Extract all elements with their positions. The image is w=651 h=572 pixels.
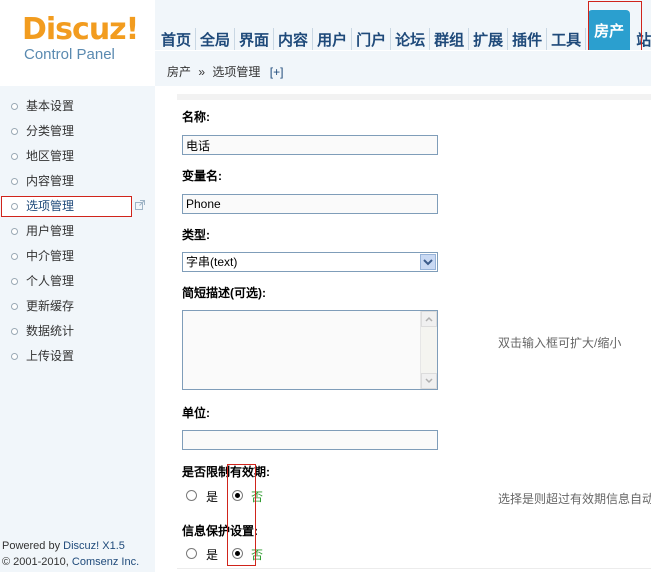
unit-label: 单位:: [182, 406, 210, 420]
sidebar-item-area-management[interactable]: 地区管理: [0, 144, 155, 169]
bullet-icon: [11, 278, 18, 285]
scroll-up-icon[interactable]: [421, 311, 437, 327]
breadcrumb-current: 选项管理: [212, 65, 261, 79]
protect-yes-label[interactable]: 是: [206, 546, 218, 563]
unit-input[interactable]: [182, 430, 438, 450]
sidebar-item-content-management[interactable]: 内容管理: [0, 169, 155, 194]
bullet-icon: [11, 103, 18, 110]
sidebar-item-option-management[interactable]: 选项管理: [0, 194, 155, 219]
header: Discuz! Control Panel 首页 全局 界面 内容 用户 门户 论坛 群组 扩展…: [0, 0, 651, 88]
type-select[interactable]: 字串(text): [182, 252, 438, 272]
bullet-icon: [11, 353, 18, 360]
description-hint: 双击输入框可扩大/缩小: [498, 336, 622, 350]
sidebar-item-upload-settings[interactable]: 上传设置: [0, 344, 155, 369]
type-label: 类型:: [182, 228, 210, 242]
name-label: 名称:: [182, 110, 210, 124]
sidebar-item-personal-management[interactable]: 个人管理: [0, 269, 155, 294]
active-tab-highlight-box: [588, 1, 642, 57]
bullet-icon: [11, 203, 18, 210]
footer-copyright-text: © 2001-2010,: [2, 556, 72, 568]
bullet-icon: [11, 153, 18, 160]
logo-subtitle: Control Panel: [24, 46, 115, 63]
bullet-icon: [11, 303, 18, 310]
footer-company-link[interactable]: Comsenz Inc.: [72, 556, 139, 568]
sidebar-item-user-management[interactable]: 用户管理: [0, 219, 155, 244]
sidebar-item-agency-management[interactable]: 中介管理: [0, 244, 155, 269]
sidebar-menu: 基本设置 分类管理 地区管理 内容管理 选项管理 用户管理 中介管理 个人管理 …: [0, 94, 155, 369]
variable-name-input[interactable]: [182, 194, 438, 214]
bullet-icon: [11, 178, 18, 185]
scroll-down-icon[interactable]: [421, 373, 437, 389]
description-label: 简短描述(可选):: [182, 286, 266, 300]
breadcrumb-bar: 房产 » 选项管理 [+]: [155, 50, 651, 88]
expire-yes-radio[interactable]: [186, 490, 197, 501]
bottom-divider: [177, 568, 651, 569]
textarea-scrollbar[interactable]: [420, 311, 437, 389]
bullet-icon: [11, 228, 18, 235]
footer-product-link[interactable]: Discuz! X1.5: [63, 540, 125, 552]
footer: Powered by Discuz! X1.5 © 2001-2010, Com…: [2, 538, 139, 570]
expire-label: 是否限制有效期:: [182, 465, 270, 479]
footer-powered-text: Powered by: [2, 540, 64, 552]
breadcrumb-add-button[interactable]: [+]: [270, 65, 284, 79]
sidebar-item-category-management[interactable]: 分类管理: [0, 119, 155, 144]
top-navigation: 首页 全局 界面 内容 用户 门户 论坛 群组 扩展 插件 工具房产站: [155, 0, 651, 54]
breadcrumb-separator: »: [198, 65, 206, 79]
bullet-icon: [11, 328, 18, 335]
breadcrumb-parent[interactable]: 房产: [167, 65, 191, 79]
bullet-icon: [11, 253, 18, 260]
type-select-value: 字串(text): [186, 255, 238, 269]
sidebar-item-update-cache[interactable]: 更新缓存: [0, 294, 155, 319]
name-input[interactable]: [182, 135, 438, 155]
form-top-strip: [177, 94, 651, 100]
open-in-new-window-icon[interactable]: [135, 200, 145, 210]
description-textarea[interactable]: [182, 310, 438, 390]
logo-brand: Discuz!: [22, 12, 139, 47]
logo[interactable]: Discuz! Control Panel: [0, 0, 155, 86]
sidebar-item-basic-settings[interactable]: 基本设置: [0, 94, 155, 119]
radio-column-highlight-box: [227, 464, 256, 566]
protect-yes-radio[interactable]: [186, 548, 197, 559]
variable-name-label: 变量名:: [182, 169, 222, 183]
bullet-icon: [11, 128, 18, 135]
expire-hint: 选择是则超过有效期信息自动: [498, 492, 651, 506]
main-content: 名称: 变量名: 类型: 字串(text) 简短描述(可选): 双击输入框可扩大…: [155, 86, 651, 572]
sidebar: 基本设置 分类管理 地区管理 内容管理 选项管理 用户管理 中介管理 个人管理 …: [0, 86, 155, 572]
sidebar-item-statistics[interactable]: 数据统计: [0, 319, 155, 344]
expire-yes-label[interactable]: 是: [206, 488, 218, 505]
breadcrumb: 房产 » 选项管理 [+]: [167, 63, 283, 80]
chevron-down-icon[interactable]: [420, 254, 436, 270]
